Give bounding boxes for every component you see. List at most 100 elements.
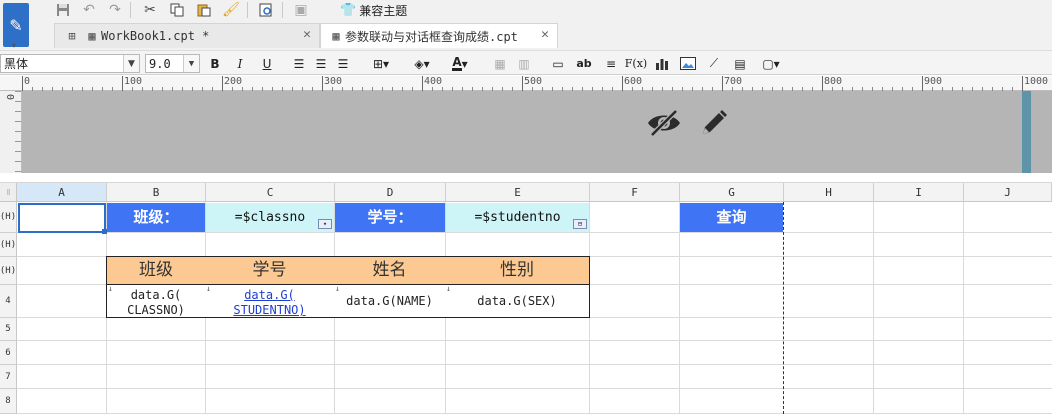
column-header[interactable]: H (784, 183, 874, 202)
cell-e1-studentno-param[interactable]: =$studentno ⊟ (446, 203, 589, 232)
format-toolbar: 黑体 ▼ 9.0 ▼ B I U ☰ ☰ ☰ ⊞▾ ◈▾ A ▾ ▦ ▥ ▭ ab… (0, 50, 1052, 75)
ruler-label: 400 (424, 76, 443, 87)
tab-workbook1[interactable]: ⊞ ▦ WorkBook1.cpt * ✕ (54, 23, 320, 48)
fill-handle[interactable] (102, 229, 107, 234)
select-all-corner[interactable]: ⁝⁝ (0, 183, 17, 202)
grid-icon: ⊞ (68, 29, 76, 43)
row-header[interactable]: 7 (0, 365, 17, 389)
cut-icon[interactable]: ✂ (139, 0, 161, 20)
ruler-label: 600 (624, 76, 643, 87)
panel-resize-handle[interactable] (1022, 91, 1031, 173)
subreport-icon[interactable]: ▤ (730, 54, 750, 73)
cell-c3-header-studentno[interactable]: 学号 (205, 256, 335, 285)
cell-b4-classno-data[interactable]: ↓ data.G( CLASSNO) (106, 285, 206, 318)
column-header[interactable]: B (107, 183, 206, 202)
row-header[interactable]: (H) (0, 202, 17, 233)
cell-e4-sex-data[interactable]: ↓ data.G(SEX) (445, 285, 590, 318)
compat-theme-label: 兼容主题 (359, 3, 408, 18)
cell-c4-studentno-data[interactable]: ↓ data.G( STUDENTNO) (205, 285, 335, 318)
font-size-select[interactable]: 9.0 ▼ (145, 54, 200, 73)
chart-icon[interactable] (652, 54, 672, 73)
cell-b1-class-label[interactable]: 班级： (107, 203, 205, 232)
cell-g1-query-button[interactable]: 查询 (680, 203, 783, 232)
ruler-label: 200 (224, 76, 243, 87)
save-icon[interactable] (52, 0, 74, 20)
tab-label: WorkBook1.cpt * (101, 29, 210, 43)
merge-cells-icon: ▦ (494, 56, 506, 71)
cell-d1-studentno-label[interactable]: 学号： (335, 203, 445, 232)
chevron-down-icon[interactable]: ▼ (183, 55, 199, 72)
cell-d3-header-name[interactable]: 姓名 (334, 256, 446, 285)
textbox-widget-icon[interactable]: ⊟ (573, 219, 587, 229)
cell-b4-text: data.G( CLASSNO) (127, 288, 185, 317)
selected-cell-a1[interactable] (18, 203, 106, 233)
page-break-line (783, 202, 784, 414)
image-icon[interactable] (678, 54, 698, 73)
format-painter-icon[interactable]: 🖌 (220, 0, 242, 20)
cell-b3-header-class[interactable]: 班级 (106, 256, 206, 285)
row-header[interactable]: (H) (0, 233, 17, 257)
logo-dropdown-icon[interactable]: ▾ (12, 41, 16, 50)
pencil-icon[interactable] (697, 104, 731, 142)
vertical-ruler-label: 0 (4, 94, 15, 101)
cell-d4-text: data.G(NAME) (346, 293, 433, 308)
copy-icon[interactable] (166, 0, 188, 20)
row-header[interactable]: 4 (0, 285, 17, 318)
preview-icon[interactable] (255, 0, 277, 20)
italic-icon[interactable]: I (230, 54, 250, 73)
column-header[interactable]: I (874, 183, 964, 202)
border-icon[interactable]: ⊞▾ (366, 54, 396, 73)
compat-theme-button[interactable]: 👕 兼容主题 (340, 1, 407, 19)
bold-icon[interactable]: B (205, 54, 225, 73)
column-header[interactable]: C (206, 183, 335, 202)
eye-slash-icon[interactable] (645, 104, 683, 142)
expand-down-icon: ↓ (446, 285, 451, 293)
panel-splitter[interactable] (0, 173, 1052, 183)
font-color-icon[interactable]: A ▾ (444, 54, 476, 73)
undo-icon[interactable]: ↶ (78, 0, 100, 20)
align-center-icon[interactable]: ☰ (311, 54, 331, 73)
column-header[interactable]: E (446, 183, 590, 202)
cell-d4-name-data[interactable]: ↓ data.G(NAME) (334, 285, 446, 318)
cell-e3-header-sex[interactable]: 性别 (445, 256, 590, 285)
paste-icon[interactable] (193, 0, 215, 20)
underline-icon[interactable]: U (257, 54, 277, 73)
insert-text-icon[interactable]: ▭ (548, 54, 568, 73)
ruler-label: 800 (824, 76, 843, 87)
ruler-label: 900 (924, 76, 943, 87)
insert-ab-icon[interactable]: ab (574, 54, 594, 73)
row-header[interactable]: (H) (0, 257, 17, 285)
tab-param-linkage[interactable]: ▦ 参数联动与对话框查询成绩.cpt ✕ (320, 23, 558, 48)
font-family-value: 黑体 (4, 57, 29, 71)
cpt-file-icon: ▦ (332, 29, 340, 43)
redo-icon[interactable]: ↷ (104, 0, 126, 20)
column-header[interactable]: D (335, 183, 446, 202)
chevron-down-icon[interactable]: ▼ (123, 55, 139, 72)
expand-down-icon: ↓ (206, 285, 211, 293)
fill-color-icon[interactable]: ◈▾ (406, 54, 438, 73)
dropdown-widget-icon[interactable]: ▾ (318, 219, 332, 229)
insert-richtext-icon[interactable]: ≡ (601, 54, 621, 73)
row-header[interactable]: 8 (0, 389, 17, 414)
row-header[interactable]: 5 (0, 318, 17, 341)
column-header[interactable]: F (590, 183, 680, 202)
ruler-label: 100 (124, 76, 143, 87)
font-family-select[interactable]: 黑体 ▼ (0, 54, 140, 73)
cpt-file-icon: ▦ (88, 29, 96, 43)
column-header[interactable]: G (680, 183, 784, 202)
formula-icon[interactable]: F(x) (625, 54, 647, 73)
column-header[interactable]: A (17, 183, 107, 202)
cell-border-icon[interactable]: ▢▾ (756, 54, 786, 73)
slash-icon[interactable]: ⟋ (704, 54, 724, 73)
column-header[interactable]: J (964, 183, 1052, 202)
row-header[interactable]: 6 (0, 341, 17, 365)
align-right-icon[interactable]: ☰ (333, 54, 353, 73)
close-icon[interactable]: ✕ (303, 27, 311, 42)
cell-c1-classno-param[interactable]: =$classno ▾ (206, 203, 334, 232)
close-icon[interactable]: ✕ (541, 27, 549, 42)
shirt-icon: 👕 (340, 2, 357, 18)
align-left-icon[interactable]: ☰ (289, 54, 309, 73)
vertical-ruler (0, 91, 22, 173)
parameter-panel[interactable] (22, 91, 1022, 173)
font-size-value: 9.0 (149, 56, 171, 71)
